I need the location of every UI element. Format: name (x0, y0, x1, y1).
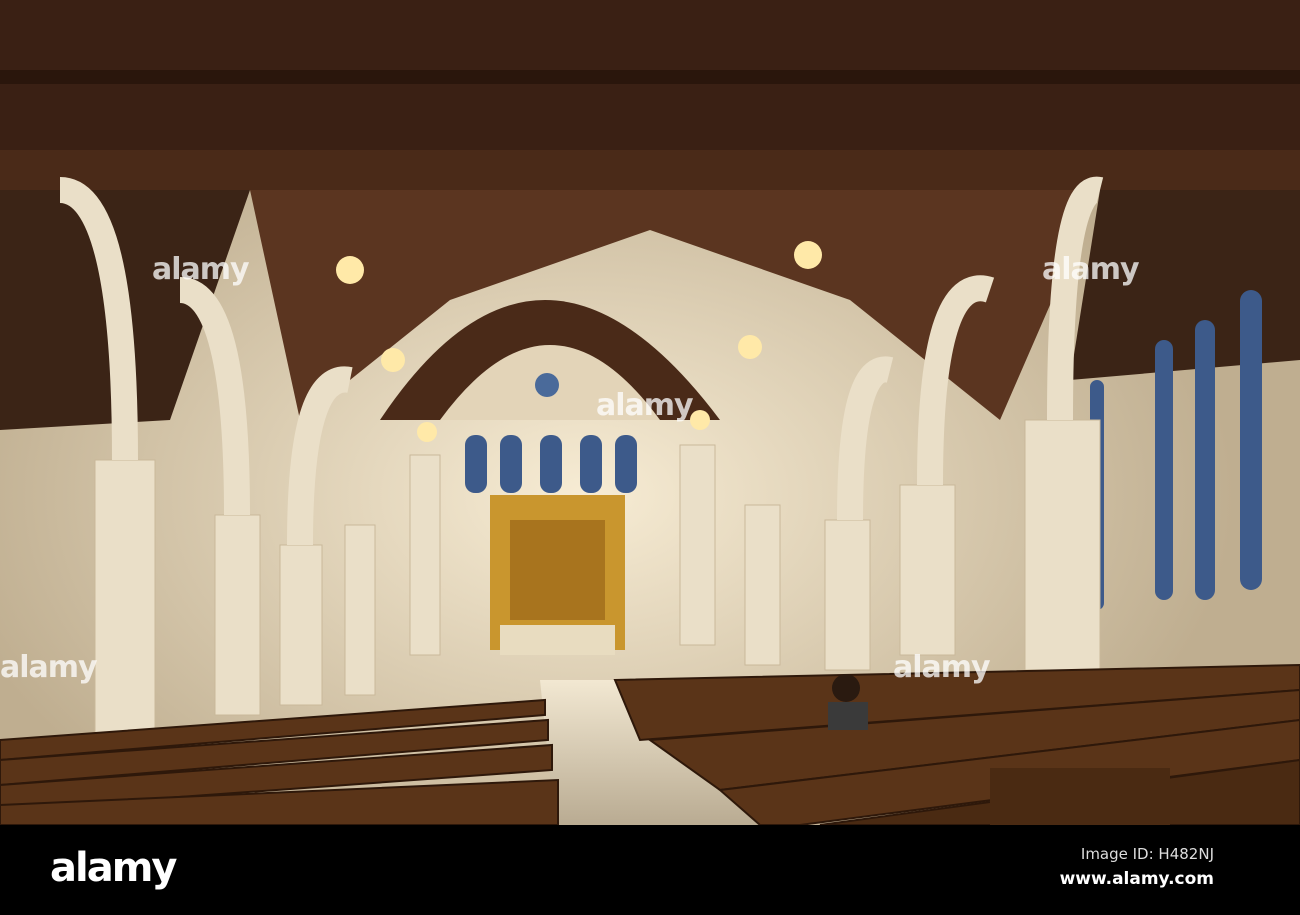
watermark: alamy (596, 388, 694, 423)
website-url: www.alamy.com (1059, 869, 1214, 889)
footer-bar: alamy Image ID: H482NJ www.alamy.com (0, 825, 1300, 915)
watermark: alamy (152, 252, 250, 287)
watermark: alamy (0, 650, 98, 685)
alamy-logo: alamy (50, 845, 177, 891)
watermark: alamy (1042, 252, 1140, 287)
image-id: Image ID: H482NJ (1080, 845, 1214, 863)
watermark: alamy (893, 650, 991, 685)
